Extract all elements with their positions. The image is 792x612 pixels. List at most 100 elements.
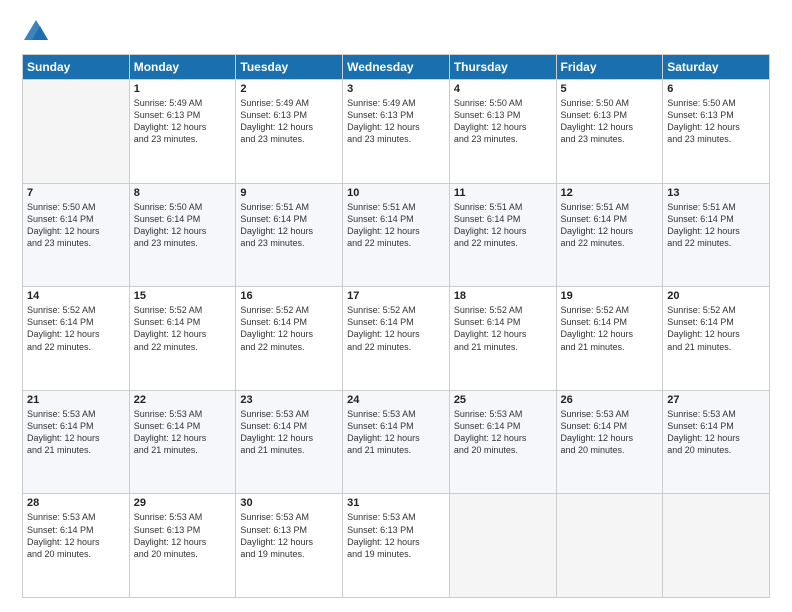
calendar-cell: 26 Sunrise: 5:53 AM Sunset: 6:14 PM Dayli… (556, 390, 663, 494)
calendar-cell: 13 Sunrise: 5:51 AM Sunset: 6:14 PM Dayli… (663, 183, 770, 287)
day-info: Sunrise: 5:50 AM Sunset: 6:14 PM Dayligh… (134, 201, 232, 250)
week-row-4: 21 Sunrise: 5:53 AM Sunset: 6:14 PM Dayli… (23, 390, 770, 494)
day-info: Sunrise: 5:51 AM Sunset: 6:14 PM Dayligh… (667, 201, 765, 250)
day-info: Sunrise: 5:53 AM Sunset: 6:13 PM Dayligh… (134, 511, 232, 560)
day-number: 31 (347, 497, 445, 509)
day-info: Sunrise: 5:52 AM Sunset: 6:14 PM Dayligh… (27, 304, 125, 353)
calendar-cell: 16 Sunrise: 5:52 AM Sunset: 6:14 PM Dayli… (236, 287, 343, 391)
calendar-cell: 5Sunrise: 5:50 AM Sunset: 6:13 PM Daylig… (556, 80, 663, 184)
day-number: 9 (240, 187, 338, 199)
weekday-header-tuesday: Tuesday (236, 55, 343, 80)
calendar-cell: 14 Sunrise: 5:52 AM Sunset: 6:14 PM Dayli… (23, 287, 130, 391)
day-info: Sunrise: 5:52 AM Sunset: 6:14 PM Dayligh… (667, 304, 765, 353)
weekday-header-saturday: Saturday (663, 55, 770, 80)
day-info: Sunrise: 5:53 AM Sunset: 6:14 PM Dayligh… (454, 408, 552, 457)
day-info: Sunrise: 5:53 AM Sunset: 6:14 PM Dayligh… (240, 408, 338, 457)
day-number: 23 (240, 394, 338, 406)
calendar-cell (556, 494, 663, 598)
day-number: 3 (347, 83, 445, 95)
calendar-cell: 22 Sunrise: 5:53 AM Sunset: 6:14 PM Dayli… (129, 390, 236, 494)
calendar-cell (449, 494, 556, 598)
day-info: Sunrise: 5:52 AM Sunset: 6:14 PM Dayligh… (134, 304, 232, 353)
day-number: 15 (134, 290, 232, 302)
day-info: Sunrise: 5:50 AM Sunset: 6:13 PM Dayligh… (454, 97, 552, 146)
calendar-cell: 15 Sunrise: 5:52 AM Sunset: 6:14 PM Dayli… (129, 287, 236, 391)
calendar-cell: 19 Sunrise: 5:52 AM Sunset: 6:14 PM Dayli… (556, 287, 663, 391)
day-number: 24 (347, 394, 445, 406)
day-info: Sunrise: 5:53 AM Sunset: 6:14 PM Dayligh… (561, 408, 659, 457)
calendar-cell: 1 Sunrise: 5:49 AM Sunset: 6:13 PM Daylig… (129, 80, 236, 184)
calendar-cell: 6 Sunrise: 5:50 AM Sunset: 6:13 PM Daylig… (663, 80, 770, 184)
calendar-cell: 10Sunrise: 5:51 AM Sunset: 6:14 PM Dayli… (343, 183, 450, 287)
day-number: 20 (667, 290, 765, 302)
day-info: Sunrise: 5:50 AM Sunset: 6:13 PM Dayligh… (667, 97, 765, 146)
weekday-header-friday: Friday (556, 55, 663, 80)
calendar-cell: 29 Sunrise: 5:53 AM Sunset: 6:13 PM Dayli… (129, 494, 236, 598)
calendar-cell: 23 Sunrise: 5:53 AM Sunset: 6:14 PM Dayli… (236, 390, 343, 494)
day-number: 17 (347, 290, 445, 302)
weekday-header-sunday: Sunday (23, 55, 130, 80)
day-number: 10 (347, 187, 445, 199)
day-info: Sunrise: 5:49 AM Sunset: 6:13 PM Dayligh… (240, 97, 338, 146)
calendar-cell: 17 Sunrise: 5:52 AM Sunset: 6:14 PM Dayli… (343, 287, 450, 391)
day-info: Sunrise: 5:53 AM Sunset: 6:14 PM Dayligh… (134, 408, 232, 457)
day-number: 30 (240, 497, 338, 509)
day-number: 6 (667, 83, 765, 95)
calendar-cell: 12 Sunrise: 5:51 AM Sunset: 6:14 PM Dayli… (556, 183, 663, 287)
day-info: Sunrise: 5:52 AM Sunset: 6:14 PM Dayligh… (240, 304, 338, 353)
day-number: 29 (134, 497, 232, 509)
logo-icon (22, 18, 50, 46)
calendar-cell: 3 Sunrise: 5:49 AM Sunset: 6:13 PM Daylig… (343, 80, 450, 184)
day-info: Sunrise: 5:53 AM Sunset: 6:14 PM Dayligh… (347, 408, 445, 457)
day-info: Sunrise: 5:53 AM Sunset: 6:13 PM Dayligh… (347, 511, 445, 560)
weekday-header-thursday: Thursday (449, 55, 556, 80)
calendar-cell: 21 Sunrise: 5:53 AM Sunset: 6:14 PM Dayli… (23, 390, 130, 494)
calendar-cell: 8Sunrise: 5:50 AM Sunset: 6:14 PM Daylig… (129, 183, 236, 287)
day-number: 22 (134, 394, 232, 406)
calendar-cell: 20 Sunrise: 5:52 AM Sunset: 6:14 PM Dayli… (663, 287, 770, 391)
day-number: 1 (134, 83, 232, 95)
weekday-header-wednesday: Wednesday (343, 55, 450, 80)
calendar-cell: 28 Sunrise: 5:53 AM Sunset: 6:14 PM Dayli… (23, 494, 130, 598)
week-row-3: 14 Sunrise: 5:52 AM Sunset: 6:14 PM Dayli… (23, 287, 770, 391)
logo (22, 18, 54, 46)
day-number: 16 (240, 290, 338, 302)
day-number: 28 (27, 497, 125, 509)
week-row-2: 7Sunrise: 5:50 AM Sunset: 6:14 PM Daylig… (23, 183, 770, 287)
calendar-cell (23, 80, 130, 184)
day-info: Sunrise: 5:49 AM Sunset: 6:13 PM Dayligh… (134, 97, 232, 146)
weekday-header-monday: Monday (129, 55, 236, 80)
calendar-cell: 2 Sunrise: 5:49 AM Sunset: 6:13 PM Daylig… (236, 80, 343, 184)
day-number: 13 (667, 187, 765, 199)
calendar-cell: 27Sunrise: 5:53 AM Sunset: 6:14 PM Dayli… (663, 390, 770, 494)
day-number: 11 (454, 187, 552, 199)
calendar-cell: 31 Sunrise: 5:53 AM Sunset: 6:13 PM Dayli… (343, 494, 450, 598)
weekday-header-row: SundayMondayTuesdayWednesdayThursdayFrid… (23, 55, 770, 80)
page: SundayMondayTuesdayWednesdayThursdayFrid… (0, 0, 792, 612)
week-row-5: 28 Sunrise: 5:53 AM Sunset: 6:14 PM Dayli… (23, 494, 770, 598)
day-info: Sunrise: 5:51 AM Sunset: 6:14 PM Dayligh… (561, 201, 659, 250)
day-info: Sunrise: 5:52 AM Sunset: 6:14 PM Dayligh… (347, 304, 445, 353)
week-row-1: 1 Sunrise: 5:49 AM Sunset: 6:13 PM Daylig… (23, 80, 770, 184)
calendar-cell: 24 Sunrise: 5:53 AM Sunset: 6:14 PM Dayli… (343, 390, 450, 494)
day-number: 21 (27, 394, 125, 406)
day-info: Sunrise: 5:53 AM Sunset: 6:14 PM Dayligh… (27, 408, 125, 457)
day-number: 26 (561, 394, 659, 406)
calendar-cell: 11Sunrise: 5:51 AM Sunset: 6:14 PM Dayli… (449, 183, 556, 287)
calendar-cell: 4Sunrise: 5:50 AM Sunset: 6:13 PM Daylig… (449, 80, 556, 184)
day-number: 2 (240, 83, 338, 95)
day-number: 12 (561, 187, 659, 199)
calendar-cell (663, 494, 770, 598)
day-number: 5 (561, 83, 659, 95)
day-info: Sunrise: 5:52 AM Sunset: 6:14 PM Dayligh… (561, 304, 659, 353)
day-number: 19 (561, 290, 659, 302)
day-info: Sunrise: 5:49 AM Sunset: 6:13 PM Dayligh… (347, 97, 445, 146)
day-number: 25 (454, 394, 552, 406)
day-info: Sunrise: 5:50 AM Sunset: 6:14 PM Dayligh… (27, 201, 125, 250)
calendar-cell: 25 Sunrise: 5:53 AM Sunset: 6:14 PM Dayli… (449, 390, 556, 494)
day-info: Sunrise: 5:51 AM Sunset: 6:14 PM Dayligh… (240, 201, 338, 250)
day-number: 14 (27, 290, 125, 302)
day-info: Sunrise: 5:53 AM Sunset: 6:14 PM Dayligh… (667, 408, 765, 457)
day-info: Sunrise: 5:53 AM Sunset: 6:14 PM Dayligh… (27, 511, 125, 560)
calendar-cell: 18Sunrise: 5:52 AM Sunset: 6:14 PM Dayli… (449, 287, 556, 391)
